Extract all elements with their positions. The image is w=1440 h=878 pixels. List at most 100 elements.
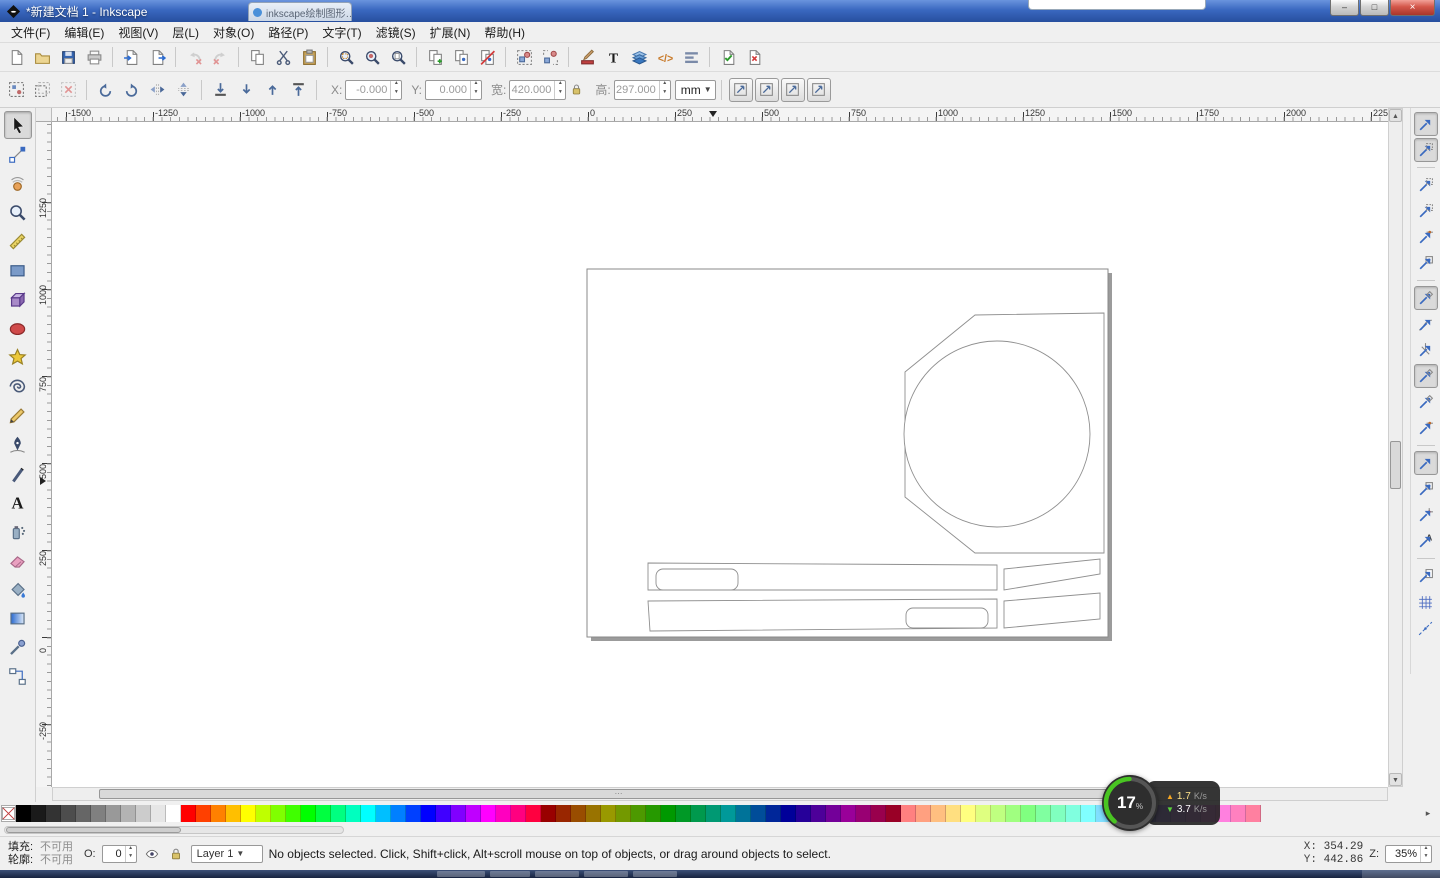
save-document-button[interactable] — [55, 44, 81, 70]
palette-swatch[interactable] — [1006, 805, 1021, 822]
palette-swatch[interactable] — [616, 805, 631, 822]
snap-smooth-nodes-toggle[interactable] — [1414, 390, 1438, 414]
cut-button[interactable] — [270, 44, 296, 70]
tool-selector[interactable] — [4, 111, 32, 139]
layer-visibility-toggle[interactable] — [143, 845, 161, 863]
xml-editor-button[interactable] — [652, 44, 678, 70]
horizontal-scroll-thumb[interactable]: ⋯ — [99, 789, 1139, 799]
drawing-circle[interactable] — [904, 341, 1090, 527]
align-distribute-button[interactable] — [678, 44, 704, 70]
width-input[interactable]: 420.000 — [509, 80, 566, 100]
tool-gradient[interactable] — [4, 604, 32, 632]
palette-swatch[interactable] — [271, 805, 286, 822]
palette-swatch[interactable] — [106, 805, 121, 822]
preferences-button[interactable] — [715, 44, 741, 70]
palette-swatch[interactable] — [556, 805, 571, 822]
zoom-to-drawing-button[interactable] — [359, 44, 385, 70]
snap-nodes-toggle[interactable] — [1414, 286, 1438, 310]
text-dialog-button[interactable] — [600, 44, 626, 70]
raise-button[interactable] — [259, 77, 285, 103]
network-speed-overlay[interactable]: ▲ 1.7 K/s ▼ 3.7 K/s 17 % — [1102, 772, 1242, 834]
tool-paint-bucket[interactable] — [4, 575, 32, 603]
transform-pattern-toggle[interactable] — [807, 78, 831, 102]
palette-swatch[interactable] — [31, 805, 46, 822]
zoom-input[interactable]: 35% — [1385, 845, 1432, 863]
vertical-scrollbar[interactable]: ▲ ▼ — [1388, 108, 1403, 787]
snap-bbox-centers-toggle[interactable] — [1414, 251, 1438, 275]
snap-rotation-centers-toggle[interactable] — [1414, 503, 1438, 527]
maximize-button[interactable]: □ — [1360, 0, 1389, 16]
palette-swatch[interactable] — [331, 805, 346, 822]
taskbar-window-button[interactable] — [633, 871, 677, 877]
drawing-slot-1[interactable] — [656, 569, 738, 590]
palette-swatch[interactable] — [886, 805, 901, 822]
transform-gradient-toggle[interactable] — [781, 78, 805, 102]
palette-swatch[interactable] — [676, 805, 691, 822]
spinner-arrows[interactable] — [470, 81, 481, 99]
palette-swatch[interactable] — [586, 805, 601, 822]
palette-swatch[interactable] — [961, 805, 976, 822]
snap-page-border-toggle[interactable] — [1414, 564, 1438, 588]
tool-eraser[interactable] — [4, 546, 32, 574]
select-all-layers-button[interactable] — [29, 77, 55, 103]
canvas[interactable] — [52, 122, 1388, 787]
palette-swatch[interactable] — [631, 805, 646, 822]
menu-layer[interactable]: 层(L) — [165, 22, 206, 43]
y-input[interactable]: 0.000 — [425, 80, 482, 100]
raise-to-top-button[interactable] — [285, 77, 311, 103]
palette-swatch[interactable] — [466, 805, 481, 822]
palette-swatch[interactable] — [841, 805, 856, 822]
flip-vertical-button[interactable] — [170, 77, 196, 103]
palette-swatch[interactable] — [211, 805, 226, 822]
snap-path-intersections-toggle[interactable] — [1414, 338, 1438, 362]
palette-swatch[interactable] — [781, 805, 796, 822]
palette-swatch[interactable] — [241, 805, 256, 822]
transform-stroke-toggle[interactable] — [729, 78, 753, 102]
palette-swatch[interactable] — [706, 805, 721, 822]
snap-line-midpoints-toggle[interactable] — [1414, 416, 1438, 440]
menu-path[interactable]: 路径(P) — [261, 22, 315, 43]
tool-calligraphy[interactable] — [4, 459, 32, 487]
background-browser-tab[interactable]: inkscape绘制图形….jpg — [248, 2, 352, 21]
palette-swatch[interactable] — [751, 805, 766, 822]
rotate-cw-button[interactable] — [118, 77, 144, 103]
create-clone-button[interactable] — [448, 44, 474, 70]
palette-swatch[interactable] — [496, 805, 511, 822]
windows-taskbar[interactable] — [0, 870, 1440, 878]
palette-swatch[interactable] — [16, 805, 31, 822]
spinner-arrows[interactable] — [1420, 846, 1431, 862]
snap-guides-toggle[interactable] — [1414, 616, 1438, 640]
palette-scrollbar[interactable] — [4, 826, 344, 834]
taskbar-window-button[interactable] — [584, 871, 628, 877]
background-address-bar[interactable] — [1028, 0, 1206, 10]
fill-stroke-indicator[interactable]: 填充:不可用 轮廓:不可用 — [8, 841, 78, 867]
duplicate-button[interactable] — [422, 44, 448, 70]
snap-bbox-corners-toggle[interactable] — [1414, 199, 1438, 223]
tool-dropper[interactable] — [4, 633, 32, 661]
snap-to-paths-toggle[interactable] — [1414, 312, 1438, 336]
palette-swatch[interactable] — [1036, 805, 1051, 822]
menu-help[interactable]: 帮助(H) — [477, 22, 532, 43]
transform-corners-toggle[interactable] — [755, 78, 779, 102]
spinner-arrows[interactable] — [554, 81, 565, 99]
palette-swatch[interactable] — [166, 805, 181, 822]
zoom-to-selection-button[interactable] — [333, 44, 359, 70]
palette-swatch[interactable] — [946, 805, 961, 822]
palette-swatch[interactable] — [46, 805, 61, 822]
minimize-button[interactable]: – — [1330, 0, 1359, 16]
print-button[interactable] — [81, 44, 107, 70]
palette-swatch[interactable] — [121, 805, 136, 822]
palette-swatch[interactable] — [1051, 805, 1066, 822]
palette-swatch[interactable] — [451, 805, 466, 822]
palette-scroll-thumb[interactable] — [6, 827, 181, 833]
palette-swatch[interactable] — [916, 805, 931, 822]
palette-swatch[interactable] — [976, 805, 991, 822]
palette-swatch[interactable] — [391, 805, 406, 822]
copy-button[interactable] — [244, 44, 270, 70]
palette-swatch[interactable] — [826, 805, 841, 822]
palette-swatch[interactable] — [1066, 805, 1081, 822]
unlink-clone-button[interactable] — [474, 44, 500, 70]
snap-other-points-toggle[interactable] — [1414, 451, 1438, 475]
palette-swatch[interactable] — [931, 805, 946, 822]
horizontal-ruler[interactable]: -1500-1250-1000-750-500-2500250500750100… — [52, 108, 1388, 122]
